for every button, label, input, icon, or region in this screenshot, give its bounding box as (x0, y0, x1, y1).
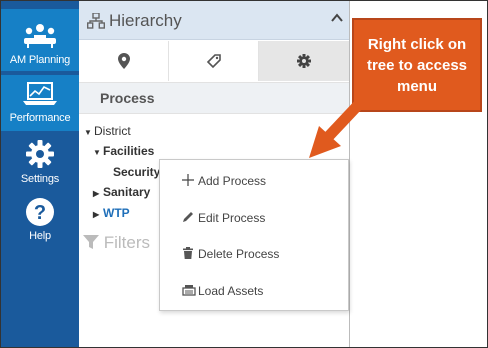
nav-help[interactable]: ? Help (1, 197, 79, 247)
nav-performance[interactable]: Performance (1, 75, 79, 131)
menu-item-load-assets[interactable]: Load Assets (160, 278, 348, 304)
filter-icon (83, 235, 99, 249)
nav-settings[interactable]: Settings (1, 136, 79, 188)
context-menu: Add Process Edit Process Delete Process … (159, 159, 349, 311)
tree-node-sanitary[interactable]: ▶ Sanitary (93, 185, 150, 199)
trash-icon (183, 247, 193, 259)
menu-item-label: Load Assets (198, 284, 264, 298)
tree-label: Security (113, 165, 161, 179)
menu-item-edit-process[interactable]: Edit Process (160, 205, 348, 231)
assets-icon (182, 285, 196, 296)
nav-label: AM Planning (9, 54, 71, 66)
gear-icon (26, 140, 54, 168)
hierarchy-icon (87, 13, 105, 29)
caret-down-icon[interactable]: ▼ (93, 148, 103, 157)
svg-text:?: ? (34, 202, 46, 224)
screenshot-frame: AM Planning Performance Settings ? Help … (0, 0, 488, 348)
menu-item-label: Edit Process (198, 211, 266, 225)
tag-icon (206, 54, 221, 69)
filters-section[interactable]: Filters (83, 233, 150, 253)
panel-tabs (79, 41, 349, 81)
caret-right-icon[interactable]: ▶ (93, 210, 103, 219)
filters-label: Filters (103, 233, 151, 252)
tree-node-wtp[interactable]: ▶ WTP (93, 206, 130, 220)
tree-node-facilities[interactable]: ▼ Facilities (93, 144, 154, 158)
menu-item-add-process[interactable]: Add Process (160, 168, 348, 194)
tab-tag[interactable] (169, 41, 259, 81)
gear-icon (297, 54, 311, 68)
tree-label: WTP (103, 206, 130, 220)
left-nav: AM Planning Performance Settings ? Help (1, 1, 79, 347)
nav-am-planning[interactable]: AM Planning (1, 9, 79, 71)
tree-node-security[interactable]: Security (113, 165, 160, 179)
tab-location[interactable] (79, 41, 169, 81)
laptop-chart-icon (23, 82, 57, 105)
panel-header: Hierarchy (79, 1, 349, 40)
caret-right-icon[interactable]: ▶ (93, 189, 103, 198)
caret-down-icon[interactable]: ▼ (84, 128, 94, 137)
map-pin-icon (117, 53, 130, 69)
menu-item-label: Delete Process (198, 247, 280, 261)
people-meeting-icon (24, 24, 56, 48)
menu-item-label: Add Process (198, 174, 267, 188)
plus-icon (182, 174, 194, 186)
nav-label: Settings (20, 173, 60, 185)
panel-title: Hierarchy (109, 11, 182, 30)
nav-label: Performance (9, 112, 71, 124)
tree-label: Facilities (103, 144, 155, 158)
pencil-icon (183, 212, 193, 222)
section-title: Process (100, 90, 155, 106)
tree-label: District (94, 124, 131, 138)
tab-settings[interactable] (259, 41, 349, 81)
annotation-callout: Right click on tree to access menu (352, 18, 482, 112)
nav-label: Help (29, 230, 51, 242)
chevron-up-icon[interactable] (331, 13, 343, 23)
callout-arrow-icon (309, 98, 366, 158)
question-icon: ? (26, 198, 54, 226)
menu-item-delete-process[interactable]: Delete Process (160, 241, 348, 267)
tree-label: Sanitary (103, 185, 151, 199)
tree-node-district[interactable]: ▼ District (84, 124, 131, 138)
